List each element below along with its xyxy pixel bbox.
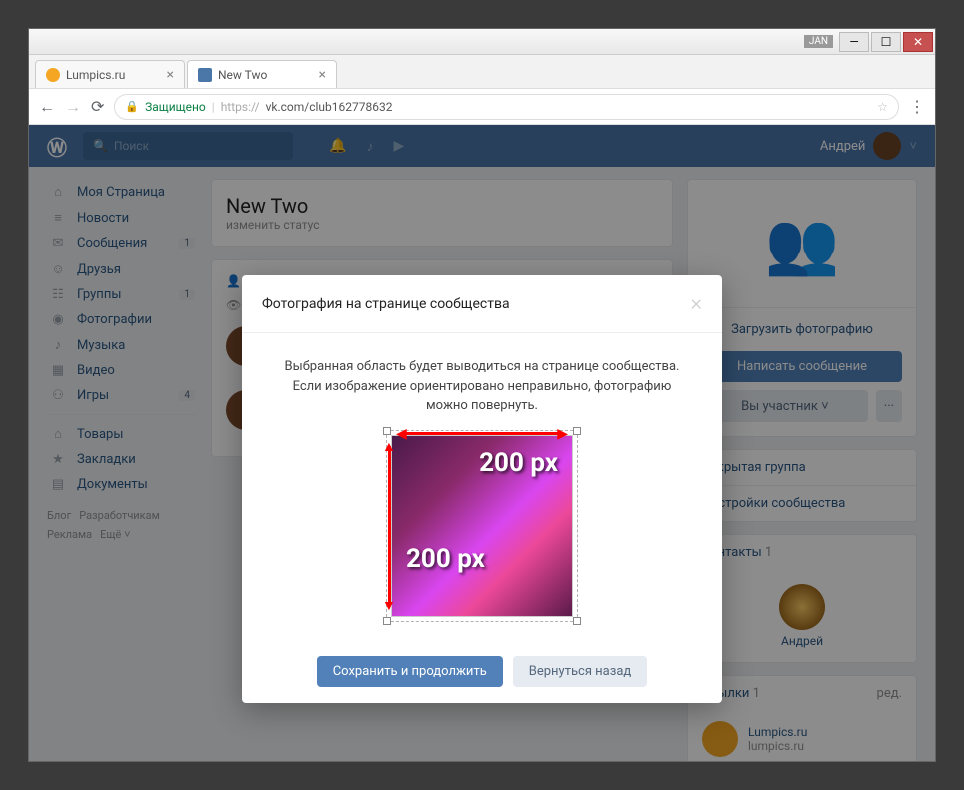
favicon-icon [46,68,60,82]
jan-badge: JAN [804,35,833,48]
browser-addressbar: ← → ⟳ 🔒 Защищено | https://vk.com/club16… [29,89,935,125]
modal-title: Фотография на странице сообщества [262,296,510,312]
modal-overlay[interactable]: Фотография на странице сообщества × Выбр… [29,125,935,761]
tab-label: New Two [218,68,267,82]
window-titlebar: JAN — ☐ ✕ [29,29,935,55]
nav-reload-icon[interactable]: ⟳ [91,97,104,116]
modal-description-1: Выбранная область будет выводиться на ст… [272,357,692,377]
browser-tab-lumpics[interactable]: Lumpics.ru × [35,60,185,88]
url-text: vk.com/club162778632 [266,100,393,114]
photo-crop-modal: Фотография на странице сообщества × Выбр… [242,275,722,703]
width-label: 200 px [479,450,558,476]
window-close-button[interactable]: ✕ [903,32,933,52]
modal-footer: Сохранить и продолжить Вернуться назад [242,640,722,703]
page-content: Ⓦ 🔍 Поиск 🔔 ♪ ▶ Андрей ˅ ⌂Моя Страница ≡… [29,125,935,761]
resize-handle-bl[interactable] [383,617,391,625]
browser-tabbar: Lumpics.ru × New Two × [29,55,935,89]
nav-forward-icon[interactable]: → [65,97,81,117]
height-label: 200 px [406,546,485,572]
url-prefix: https:// [221,100,260,114]
tab-label: Lumpics.ru [66,68,125,82]
secure-label: Защищено [145,100,206,114]
close-tab-icon[interactable]: × [319,67,326,83]
modal-header: Фотография на странице сообщества × [242,275,722,333]
resize-handle-tr[interactable] [573,427,581,435]
lock-icon: 🔒 [125,100,139,113]
modal-close-icon[interactable]: × [690,291,702,316]
url-input[interactable]: 🔒 Защищено | https://vk.com/club16277863… [114,94,899,120]
browser-window: JAN — ☐ ✕ Lumpics.ru × New Two × ← → ⟳ 🔒… [28,28,936,762]
modal-body: Выбранная область будет выводиться на ст… [242,333,722,640]
browser-menu-icon[interactable]: ⋮ [909,97,925,116]
favicon-icon [198,68,212,82]
crop-area[interactable]: ◀▶ ▲▼ 200 px 200 px [392,436,572,616]
window-minimize-button[interactable]: — [839,32,869,52]
save-continue-button[interactable]: Сохранить и продолжить [317,656,503,687]
resize-handle-br[interactable] [573,617,581,625]
star-icon[interactable]: ☆ [877,100,888,114]
resize-handle-tl[interactable] [383,427,391,435]
window-maximize-button[interactable]: ☐ [871,32,901,52]
modal-description-2: Если изображение ориентировано неправиль… [272,377,692,416]
go-back-button[interactable]: Вернуться назад [513,656,648,687]
close-tab-icon[interactable]: × [167,67,174,83]
nav-back-icon[interactable]: ← [39,97,55,117]
browser-tab-newtwo[interactable]: New Two × [187,60,337,88]
